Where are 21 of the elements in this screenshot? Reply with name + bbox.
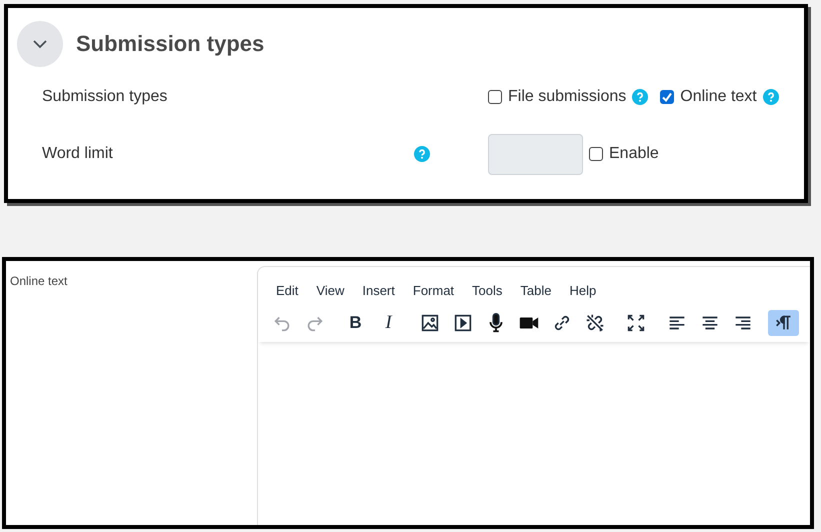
menu-item[interactable]: Tools <box>462 281 510 300</box>
menu-item[interactable]: Edit <box>266 281 306 300</box>
field-label: Submission types <box>41 88 168 106</box>
menu-item[interactable]: Format <box>402 281 462 300</box>
menu-item[interactable]: View <box>306 281 352 300</box>
italic-button[interactable]: I <box>373 310 404 336</box>
checkbox[interactable] <box>589 147 603 161</box>
toolbar-button[interactable] <box>768 310 799 336</box>
bold-button[interactable]: B <box>340 310 371 336</box>
field-label: Word limit <box>41 145 114 163</box>
section-title: Submission types <box>76 31 264 57</box>
menu-item[interactable]: Insert <box>352 281 403 300</box>
field-label: Online text <box>10 274 68 290</box>
checkbox[interactable] <box>488 90 502 104</box>
menu-item[interactable]: Help <box>559 281 604 300</box>
option-label: Online text <box>680 88 757 106</box>
option-label: File submissions <box>508 88 626 106</box>
text-editor[interactable]: Edit View Insert Format Tools Table Help B I <box>257 266 810 525</box>
menu-item[interactable]: Table <box>510 281 560 300</box>
checkbox[interactable] <box>660 90 674 104</box>
option-label: Enable <box>609 145 659 163</box>
